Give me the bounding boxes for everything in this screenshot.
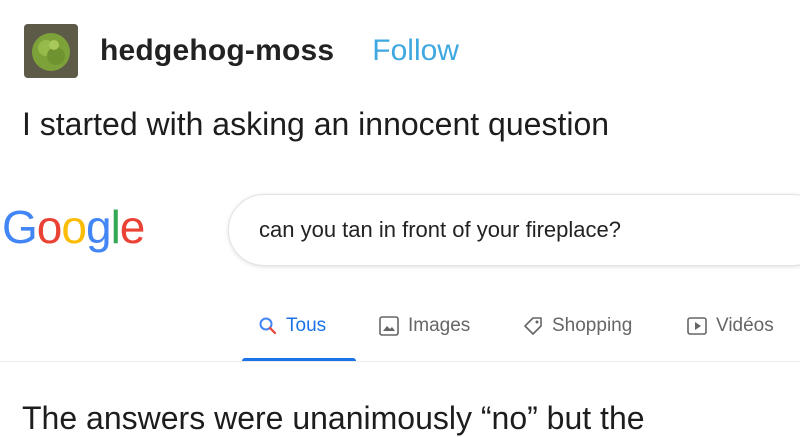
tab-label: Tous [286, 315, 327, 336]
divider [0, 361, 800, 362]
tab-images[interactable]: Images [378, 310, 470, 342]
post-header: hedgehog-moss Follow [24, 22, 459, 80]
tab-label: Vidéos [716, 315, 774, 336]
google-logo[interactable]: Google [2, 200, 146, 254]
tab-label: Images [408, 315, 471, 336]
follow-button[interactable]: Follow [372, 34, 459, 68]
tag-icon [524, 317, 542, 335]
tab-videos[interactable]: Vidéos [686, 310, 774, 342]
tab-shopping[interactable]: Shopping [522, 310, 632, 342]
tab-label: Shopping [552, 315, 633, 336]
search-icon [259, 317, 277, 335]
logo-letter: o [61, 201, 87, 253]
username[interactable]: hedgehog-moss [100, 34, 334, 68]
avatar[interactable] [24, 24, 78, 78]
logo-letter: G [2, 201, 38, 253]
search-input[interactable]: can you tan in front of your fireplace? [228, 194, 800, 266]
play-icon [687, 317, 707, 335]
logo-letter: l [110, 201, 121, 253]
post-text: I started with asking an innocent questi… [22, 106, 610, 142]
logo-letter: o [36, 201, 63, 253]
moss-avatar-image [24, 24, 78, 78]
logo-letter: g [85, 201, 112, 253]
post-text-continued: The answers were unanimously “no” but th… [22, 400, 645, 436]
image-icon [379, 316, 399, 336]
tab-all[interactable]: Tous [258, 310, 326, 342]
search-tabs: Tous Images Shopping Vidéos [0, 310, 800, 362]
search-query[interactable]: can you tan in front of your fireplace? [259, 217, 621, 243]
logo-letter: e [119, 201, 146, 253]
